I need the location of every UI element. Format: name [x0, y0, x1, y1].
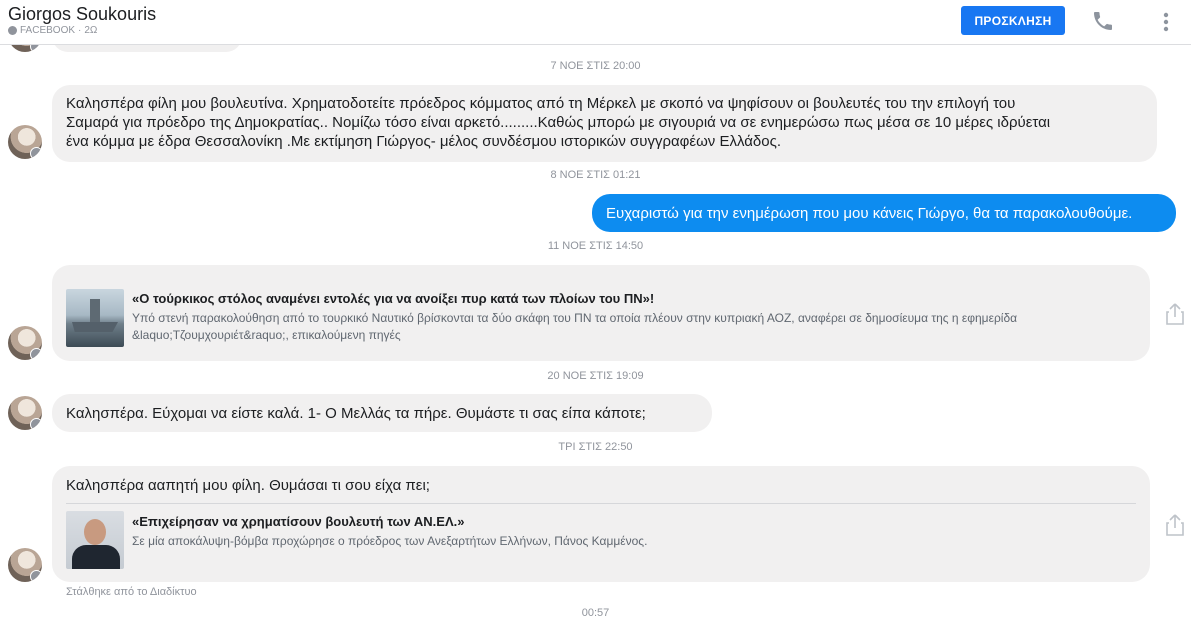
message-line: Σαμαρά για πρόεδρο της Δημοκρατίας.. Νομ…: [66, 114, 1051, 131]
more-vertical-icon[interactable]: [1158, 10, 1174, 34]
meta-separator: ·: [78, 25, 82, 36]
divider: [66, 503, 1136, 504]
conversation-header: Giorgos Soukouris FACEBOOK · 2Ω ΠΡΟΣΚΛΗΣ…: [0, 0, 1191, 45]
politician-photo: [66, 511, 124, 569]
ship-hull: [72, 322, 118, 332]
photo-suit: [72, 545, 120, 569]
message-line: ένα κόμμα με έδρα Θεσσαλονίκη .Με εκτίμη…: [66, 133, 782, 150]
link-description-line: Υπό στενή παρακολούθηση από το τουρκικό …: [132, 311, 1018, 325]
link-title[interactable]: «Ο τούρκικος στόλος αναμένει εντολές για…: [132, 289, 654, 308]
avatar: [8, 548, 42, 582]
sent-from-web-note: Στάλθηκε από το Διαδίκτυο: [66, 586, 197, 598]
last-active: 2Ω: [84, 25, 98, 36]
invite-button[interactable]: ΠΡΟΣΚΛΗΣΗ: [961, 6, 1065, 35]
share-icon[interactable]: [1165, 513, 1185, 537]
facebook-icon: [30, 418, 42, 430]
phone-icon[interactable]: [1091, 9, 1115, 33]
ship-mast: [90, 299, 100, 323]
message-line: Καλησπέρα φίλη μου βουλευτίνα. Χρηματοδο…: [66, 95, 1016, 112]
link-share-bubble[interactable]: «Ο τούρκικος στόλος αναμένει εντολές για…: [52, 265, 1150, 361]
timestamp: ΤΡΙ ΣΤΙΣ 22:50: [558, 441, 633, 453]
facebook-icon: [30, 147, 42, 159]
timestamp: 8 ΝΟΕ ΣΤΙΣ 01:21: [550, 169, 641, 181]
link-title[interactable]: «Επιχείρησαν να χρηματίσουν βουλευτή των…: [132, 512, 464, 531]
link-description-line: &laquo;Τζουμχουριέτ&raquo;, επικαλούμενη…: [132, 328, 401, 342]
message-bubble[interactable]: Καλησπέρα. Εύχομαι να είστε καλά. 1- Ο Μ…: [52, 394, 712, 432]
source-label: FACEBOOK: [20, 25, 76, 36]
timestamp: 11 ΝΟΕ ΣΤΙΣ 14:50: [547, 240, 644, 252]
link-description: Υπό στενή παρακολούθηση από το τουρκικό …: [132, 310, 1137, 344]
contact-meta: FACEBOOK · 2Ω: [8, 25, 97, 36]
photo-head: [84, 519, 106, 545]
avatar: [8, 326, 42, 360]
timestamp: 7 ΝΟΕ ΣΤΙΣ 20:00: [550, 60, 641, 72]
link-description: Σε μία αποκάλυψη-βόμβα προχώρησε ο πρόεδ…: [132, 534, 648, 548]
contact-name[interactable]: Giorgos Soukouris: [8, 4, 156, 25]
share-icon[interactable]: [1165, 302, 1185, 326]
timestamp: 00:57: [581, 607, 610, 619]
timestamp: 20 ΝΟΕ ΣΤΙΣ 19:09: [547, 370, 644, 382]
warship-image: [66, 289, 124, 347]
message-bubble[interactable]: Καλησπέρα φίλη μου βουλευτίνα. Χρηματοδο…: [52, 85, 1157, 162]
message-bubble-outgoing[interactable]: Ευχαριστώ για την ενημέρωση που μου κάνε…: [592, 194, 1176, 232]
facebook-icon: [30, 348, 42, 360]
message-text: Καλησπέρα ααπητή μου φίλη. Θυμάσαι τι σο…: [66, 477, 430, 494]
avatar: [8, 125, 42, 159]
facebook-icon: [30, 570, 42, 582]
avatar: [8, 396, 42, 430]
facebook-icon: [8, 26, 17, 35]
message-with-link-bubble[interactable]: Καλησπέρα ααπητή μου φίλη. Θυμάσαι τι σο…: [52, 466, 1150, 582]
